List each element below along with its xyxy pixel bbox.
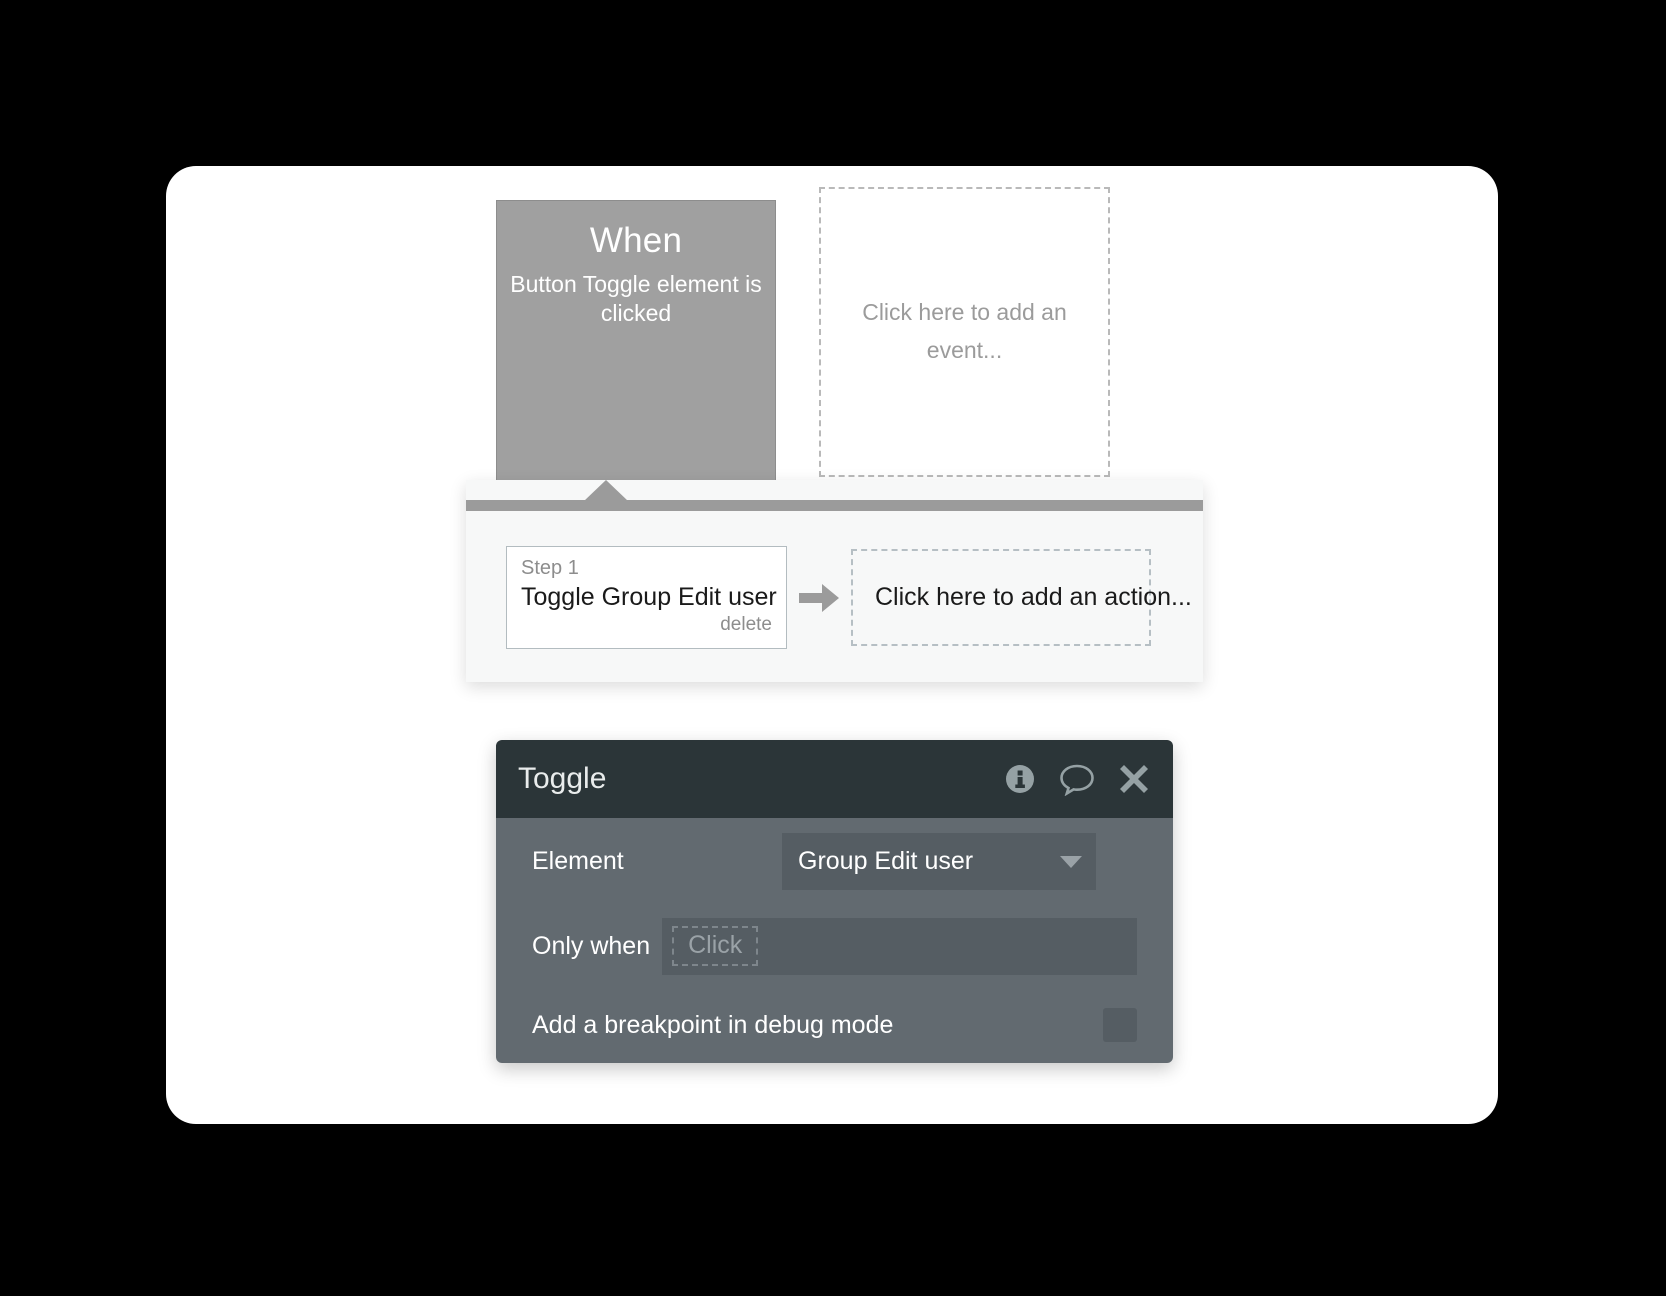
close-icon[interactable] [1117,762,1151,796]
comment-icon[interactable] [1059,762,1095,797]
event-block-title: When [589,221,683,260]
add-event-button[interactable]: Click here to add an event... [819,187,1110,477]
event-block-description: Button Toggle element is clicked [510,270,762,327]
only-when-placeholder: Click [672,925,759,967]
breakpoint-checkbox[interactable] [1103,1008,1137,1042]
element-dropdown-value: Group Edit user [798,847,974,875]
properties-panel-body: Element Group Edit user Only when Click … [496,818,1173,1063]
step-number-label: Step 1 [521,557,579,579]
add-action-button[interactable]: Click here to add an action... [851,549,1192,646]
actions-panel-bar [466,500,1203,511]
add-event-label: Click here to add an event... [862,299,1067,363]
chevron-down-icon [1060,855,1082,868]
only-when-input[interactable]: Click [662,917,1137,975]
step-delete-link[interactable]: delete [521,614,772,637]
only-when-label: Only when [532,931,651,960]
event-block-when[interactable]: When Button Toggle element is clicked [496,200,776,481]
step-title: Toggle Group Edit user [521,583,777,611]
property-row-breakpoint: Add a breakpoint in debug mode [496,987,1173,1063]
actions-panel: Step 1 Toggle Group Edit user delete Cli… [466,480,1203,682]
add-action-label: Click here to add an action... [875,583,1192,611]
properties-panel: Toggle Element Group Edit user Only when… [496,740,1173,1063]
screenshot-stage: When Button Toggle element is clicked Cl… [0,0,1666,1296]
element-label: Element [532,847,624,875]
steps-row: Step 1 Toggle Group Edit user delete Cli… [506,546,1192,649]
properties-panel-header: Toggle [496,740,1173,818]
property-row-only-when: Only when Click [496,905,1173,987]
breakpoint-label: Add a breakpoint in debug mode [532,1010,894,1039]
properties-panel-title: Toggle [518,762,607,795]
info-icon[interactable] [1003,762,1037,796]
actions-panel-caret [584,480,628,501]
editor-card: When Button Toggle element is clicked Cl… [166,166,1498,1124]
arrow-right-icon [787,581,851,615]
element-dropdown[interactable]: Group Edit user [782,833,1096,890]
property-row-element: Element Group Edit user [496,818,1173,905]
action-step-1[interactable]: Step 1 Toggle Group Edit user delete [506,546,787,649]
properties-header-actions [1003,762,1151,797]
